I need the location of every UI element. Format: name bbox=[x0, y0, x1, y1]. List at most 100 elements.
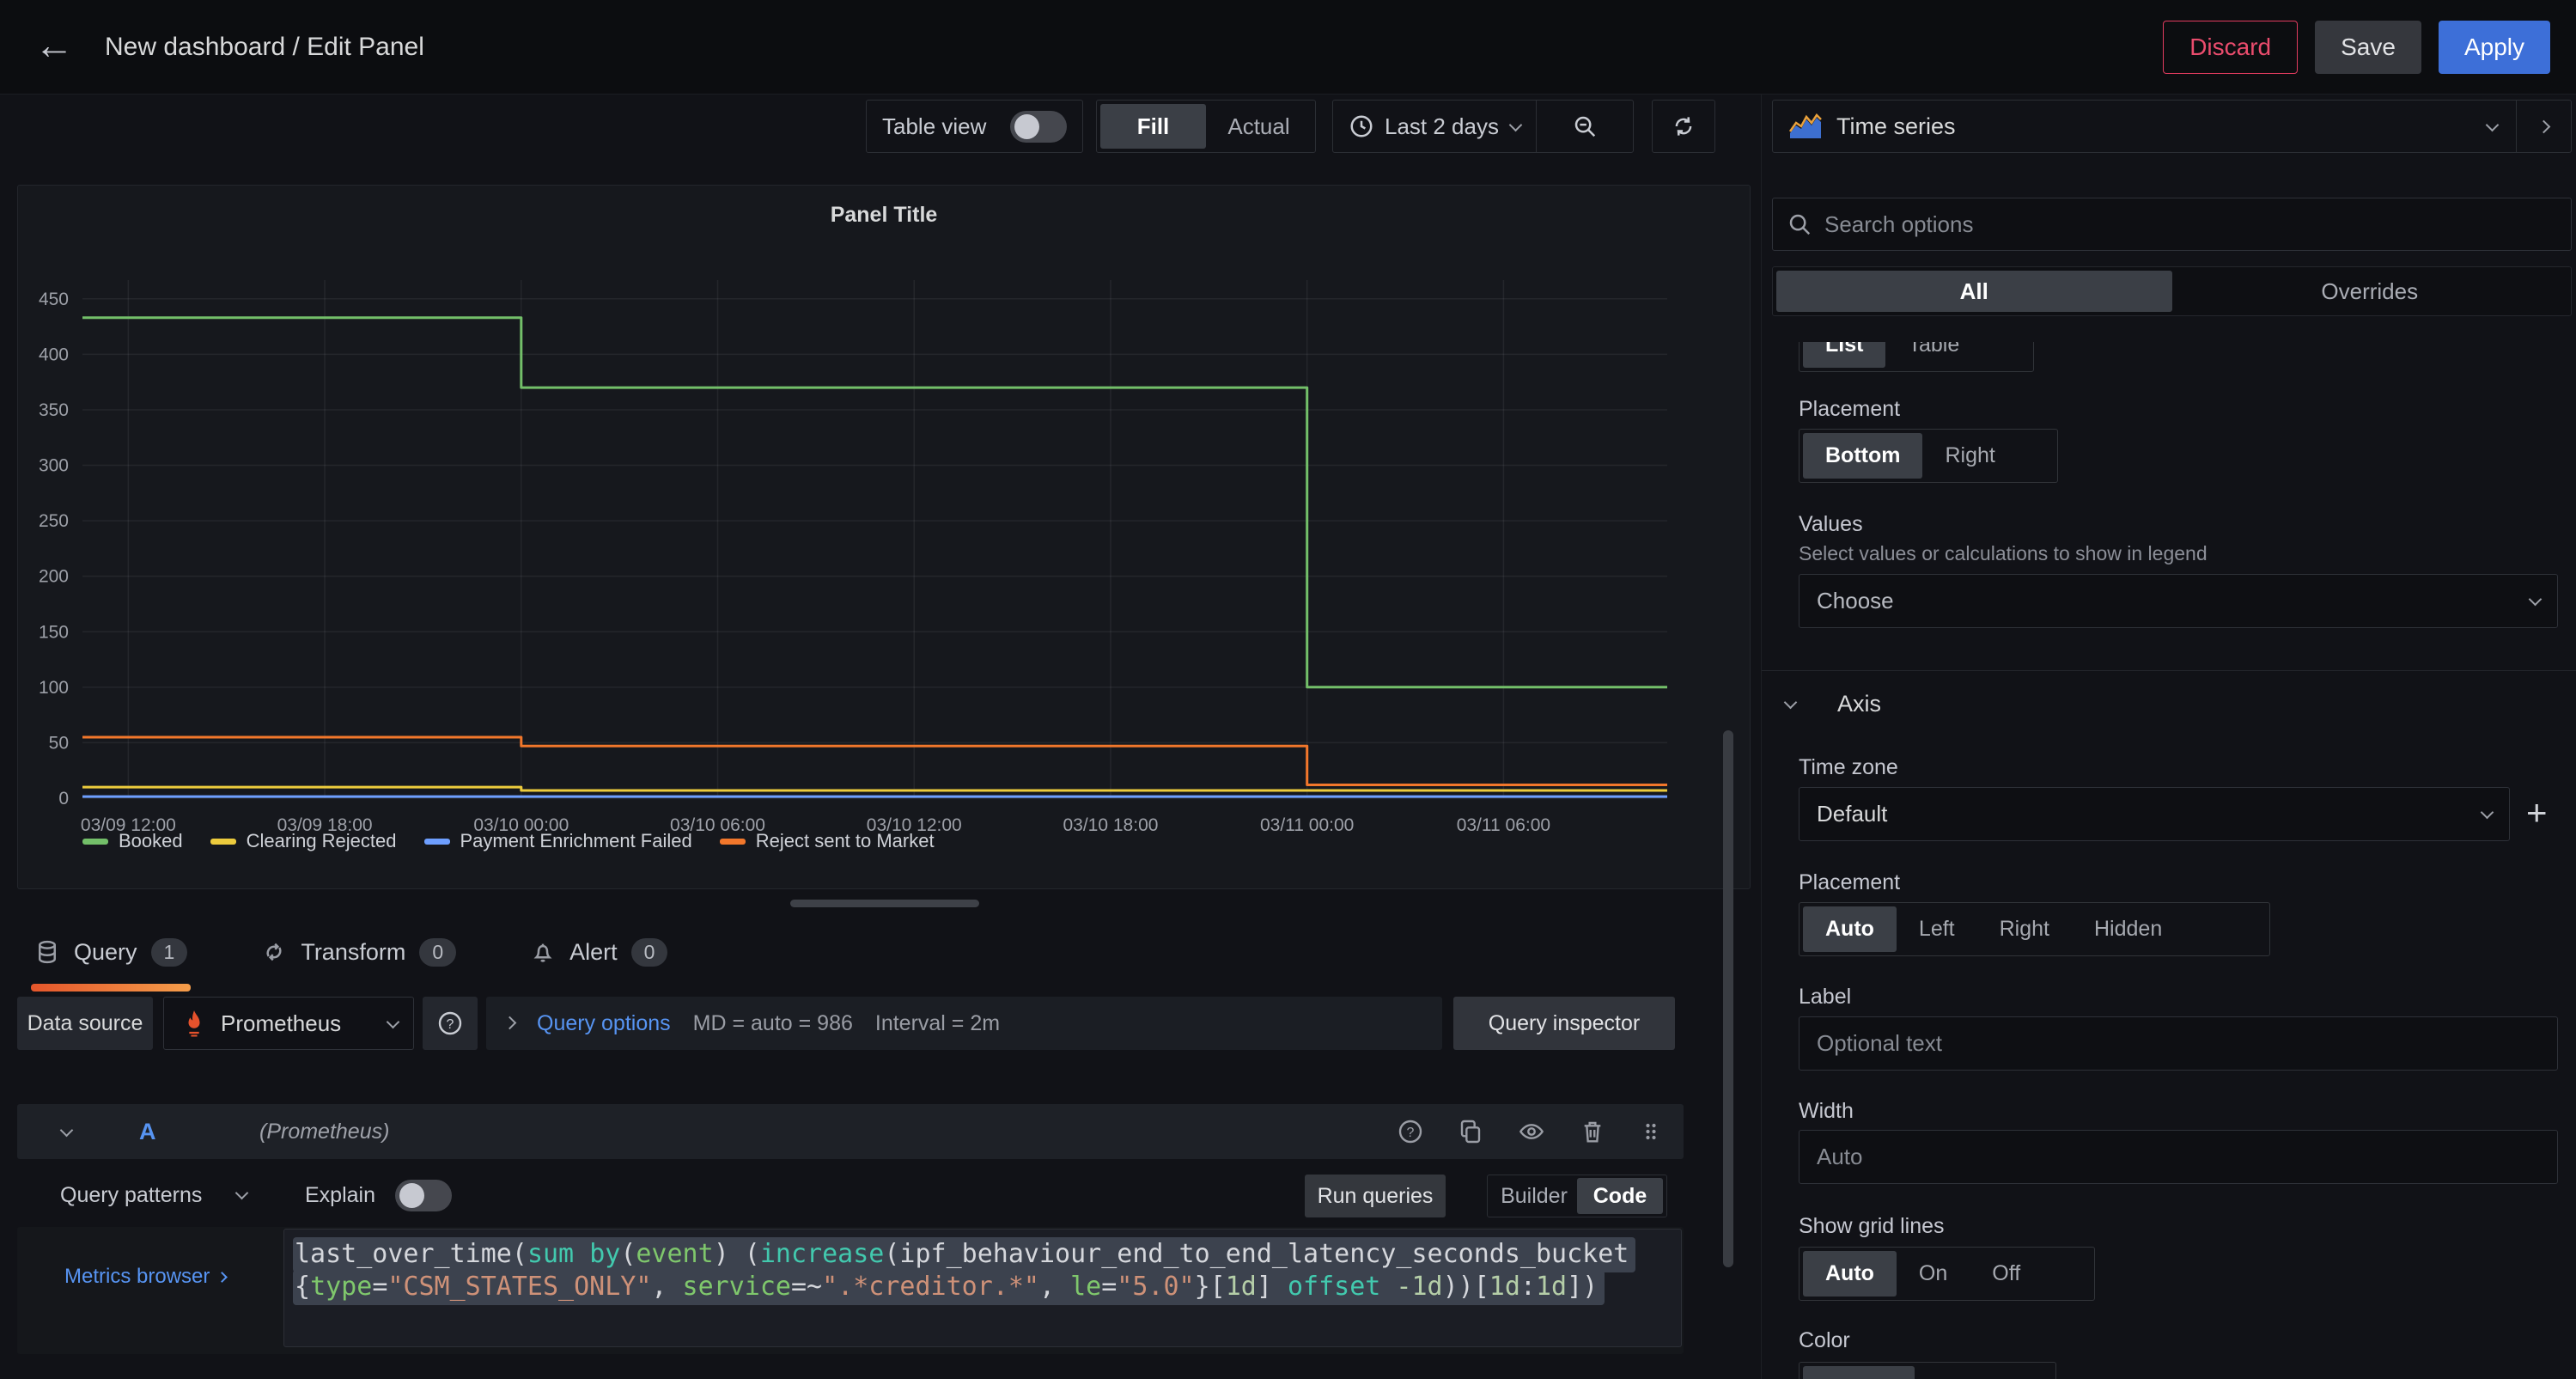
legend-placement-bottom-button[interactable]: Bottom bbox=[1803, 433, 1922, 479]
tab-overrides[interactable]: Overrides bbox=[2172, 271, 2568, 312]
main-scrollbar[interactable] bbox=[1723, 730, 1733, 1267]
datasource-help-button[interactable]: ? bbox=[423, 997, 478, 1050]
metrics-browser-label: Metrics browser bbox=[64, 1265, 210, 1289]
timeseries-icon bbox=[1788, 113, 1823, 140]
query-ref-id: A bbox=[139, 1119, 156, 1145]
refresh-button[interactable] bbox=[1652, 100, 1715, 153]
legend-values-description: Select values or calculations to show in… bbox=[1799, 542, 2208, 565]
legend-mode-clipped: List Table bbox=[1799, 342, 2034, 373]
visualization-picker[interactable]: Time series bbox=[1772, 100, 2572, 153]
grid-auto-button[interactable]: Auto bbox=[1803, 1251, 1897, 1297]
tab-transform[interactable]: Transform 0 bbox=[258, 911, 460, 993]
chevron-right-icon bbox=[2537, 119, 2551, 133]
query-options-row[interactable]: Query options MD = auto = 986 Interval =… bbox=[486, 997, 1442, 1050]
tab-query[interactable]: Query 1 bbox=[31, 911, 191, 993]
trash-icon[interactable] bbox=[1579, 1118, 1606, 1145]
code-button[interactable]: Code bbox=[1577, 1178, 1663, 1214]
legend-swatch bbox=[210, 839, 236, 845]
fill-button[interactable]: Fill bbox=[1100, 104, 1206, 149]
editor-tabs: Query 1 Transform 0 Alert 0 bbox=[17, 911, 671, 993]
max-data-points-info: MD = auto = 986 bbox=[693, 1011, 853, 1036]
query-patterns-button[interactable]: Query patterns bbox=[60, 1183, 202, 1208]
save-button[interactable]: Save bbox=[2315, 21, 2421, 74]
axis-width-input[interactable] bbox=[1799, 1130, 2558, 1184]
chevron-right-icon bbox=[216, 1272, 228, 1283]
resize-handle[interactable] bbox=[790, 900, 979, 907]
grid-on-button[interactable]: On bbox=[1897, 1251, 1970, 1297]
legend-item[interactable]: Clearing Rejected bbox=[210, 830, 397, 852]
fill-actual-group: Fill Actual bbox=[1096, 100, 1316, 153]
apply-button[interactable]: Apply bbox=[2439, 21, 2550, 74]
axis-section-header[interactable]: Axis bbox=[1837, 691, 1881, 717]
legend-mode-list-button[interactable]: List bbox=[1803, 342, 1885, 368]
tab-alert-badge: 0 bbox=[631, 938, 668, 967]
drag-handle-icon[interactable] bbox=[1639, 1118, 1663, 1145]
query-editor-row: Metrics browser last_over_time(sum by(ev… bbox=[17, 1227, 1684, 1354]
back-arrow-button[interactable]: ← bbox=[34, 21, 74, 68]
axis-collapse-chevron[interactable] bbox=[1784, 696, 1798, 710]
divider bbox=[1536, 101, 1537, 152]
axis-placement-group: Auto Left Right Hidden bbox=[1799, 902, 2270, 956]
code-editor[interactable]: last_over_time(sum by(event) (increase(i… bbox=[283, 1229, 1682, 1347]
table-view-label: Table view bbox=[882, 113, 986, 140]
collapse-pane-button[interactable] bbox=[2516, 101, 2571, 152]
legend-mode-table-button[interactable]: Table bbox=[1885, 342, 1982, 368]
axis-placement-auto-button[interactable]: Auto bbox=[1803, 906, 1897, 952]
query-options-link[interactable]: Query options bbox=[537, 1011, 671, 1036]
axis-placement-hidden-button[interactable]: Hidden bbox=[2072, 906, 2184, 952]
time-range-label[interactable]: Last 2 days bbox=[1385, 113, 1499, 140]
legend-item[interactable]: Reject sent to Market bbox=[720, 830, 935, 852]
metrics-browser-link[interactable]: Metrics browser bbox=[64, 1265, 226, 1289]
actual-button[interactable]: Actual bbox=[1206, 113, 1312, 140]
zoom-out-icon[interactable] bbox=[1572, 113, 1598, 139]
axis-placement-label: Placement bbox=[1799, 870, 1900, 895]
datasource-picker[interactable]: Prometheus bbox=[163, 997, 414, 1050]
svg-text:400: 400 bbox=[39, 345, 69, 364]
explain-toggle[interactable] bbox=[395, 1180, 452, 1211]
explain-label: Explain bbox=[305, 1183, 375, 1208]
svg-text:150: 150 bbox=[39, 622, 69, 642]
axis-placement-right-button[interactable]: Right bbox=[1977, 906, 2072, 952]
tab-query-label: Query bbox=[74, 939, 137, 966]
chevron-down-icon bbox=[2481, 806, 2494, 820]
legend-label: Payment Enrichment Failed bbox=[460, 830, 692, 852]
table-view-control: Table view bbox=[866, 100, 1083, 153]
axis-label-input[interactable] bbox=[1799, 1016, 2558, 1071]
run-queries-button[interactable]: Run queries bbox=[1305, 1175, 1446, 1217]
svg-text:0: 0 bbox=[58, 789, 69, 808]
time-range-control: Last 2 days bbox=[1332, 100, 1634, 153]
color-label: Color bbox=[1799, 1328, 1850, 1353]
query-toolbar-row: Query patterns Explain Run queries Build… bbox=[0, 1175, 1761, 1217]
legend-placement-right-button[interactable]: Right bbox=[1922, 433, 2017, 479]
builder-button[interactable]: Builder bbox=[1491, 1184, 1577, 1209]
query-inspector-button[interactable]: Query inspector bbox=[1453, 997, 1675, 1050]
eye-icon[interactable] bbox=[1517, 1118, 1546, 1145]
legend-values-select[interactable]: Choose bbox=[1799, 574, 2558, 628]
legend-item[interactable]: Payment Enrichment Failed bbox=[424, 830, 692, 852]
add-timezone-button[interactable]: + bbox=[2526, 797, 2548, 828]
help-icon[interactable]: ? bbox=[1397, 1118, 1424, 1145]
timeseries-chart[interactable]: 05010015020025030035040045003/09 12:0003… bbox=[18, 186, 1750, 888]
color-group[interactable] bbox=[1799, 1362, 2056, 1379]
svg-text:350: 350 bbox=[39, 400, 69, 420]
tab-all[interactable]: All bbox=[1776, 271, 2172, 312]
discard-button[interactable]: Discard bbox=[2163, 21, 2298, 74]
options-search-input[interactable] bbox=[1824, 211, 2557, 238]
duplicate-icon[interactable] bbox=[1457, 1118, 1484, 1145]
timezone-select[interactable]: Default bbox=[1799, 787, 2510, 841]
axis-placement-left-button[interactable]: Left bbox=[1897, 906, 1977, 952]
svg-text:50: 50 bbox=[49, 733, 69, 753]
svg-text:250: 250 bbox=[39, 511, 69, 531]
axis-width-label: Width bbox=[1799, 1099, 1854, 1124]
table-view-toggle[interactable] bbox=[1010, 111, 1067, 143]
query-a-header[interactable]: A (Prometheus) ? bbox=[17, 1104, 1684, 1159]
legend-item[interactable]: Booked bbox=[82, 830, 183, 852]
promql-expression[interactable]: last_over_time(sum by(event) (increase(i… bbox=[293, 1238, 1681, 1303]
datasource-value: Prometheus bbox=[221, 1010, 341, 1037]
collapse-chevron-icon[interactable] bbox=[60, 1123, 74, 1137]
grid-off-button[interactable]: Off bbox=[1970, 1251, 2043, 1297]
tab-alert[interactable]: Alert 0 bbox=[527, 911, 671, 993]
legend-label: Booked bbox=[119, 830, 183, 852]
chart-legend: Booked Clearing Rejected Payment Enrichmen… bbox=[82, 830, 935, 852]
color-option-button[interactable] bbox=[1803, 1366, 1915, 1379]
